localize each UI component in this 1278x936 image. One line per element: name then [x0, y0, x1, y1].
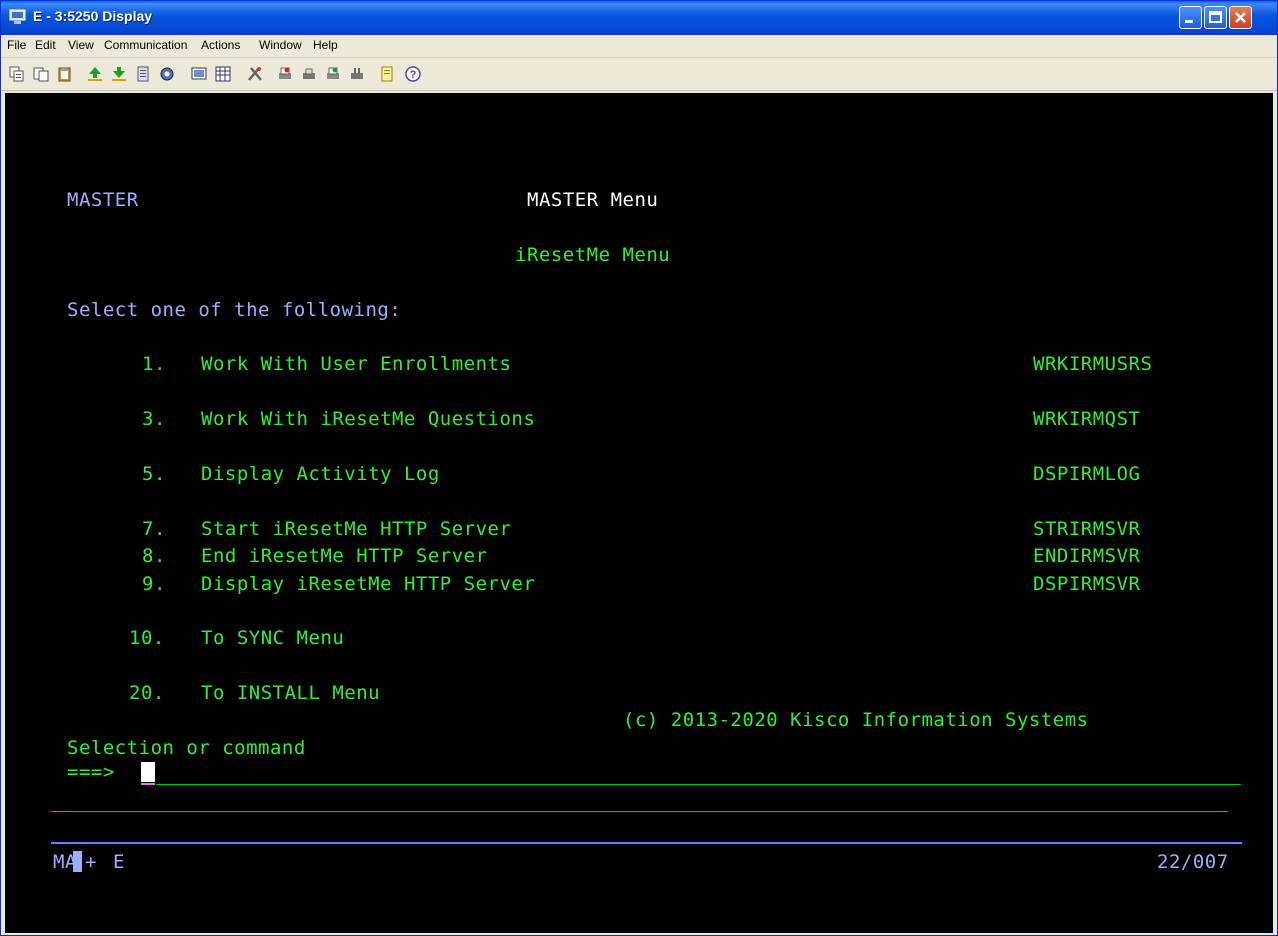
- upload-icon[interactable]: [87, 66, 103, 82]
- download-icon[interactable]: [111, 66, 127, 82]
- status-block: [73, 851, 82, 872]
- menu-edit[interactable]: Edit: [35, 38, 56, 52]
- monitor-icon: [9, 9, 26, 24]
- menu-actions[interactable]: Actions: [201, 38, 240, 52]
- option-label-sync-menu[interactable]: To SYNC Menu: [201, 627, 344, 649]
- menu-bar: File Edit View Communication Actions Win…: [1, 35, 1277, 58]
- status-separator: [51, 842, 1242, 844]
- close-button[interactable]: [1229, 6, 1252, 29]
- submenu-title: iResetMe Menu: [515, 244, 671, 266]
- command-prompt: ===>: [67, 761, 115, 783]
- macro-icon[interactable]: [135, 66, 151, 82]
- option-number: 10.: [129, 627, 165, 649]
- cursor-position: 22/007: [1157, 851, 1229, 873]
- menu-help[interactable]: Help: [313, 38, 338, 52]
- option-number: 8.: [142, 545, 166, 567]
- option-command: WRKIRMQST: [1033, 408, 1141, 430]
- option-label-end-server[interactable]: End iResetMe HTTP Server: [201, 545, 488, 567]
- emulator-window: E - 3:5250 Display File Edit View Commun…: [0, 0, 1278, 936]
- status-indicator: E: [113, 851, 125, 873]
- tools-icon[interactable]: [247, 66, 263, 82]
- menu-window[interactable]: Window: [259, 38, 302, 52]
- option-label-start-server[interactable]: Start iResetMe HTTP Server: [201, 518, 511, 540]
- option-label-install-menu[interactable]: To INSTALL Menu: [201, 682, 380, 704]
- cursor-underline: [141, 783, 155, 785]
- print3-icon[interactable]: [325, 66, 341, 82]
- window-title: E - 3:5250 Display: [33, 8, 153, 24]
- menu-communication[interactable]: Communication: [104, 38, 187, 52]
- copyright-text: (c) 2013-2020 Kisco Information Systems: [623, 709, 1089, 731]
- option-number: 3.: [142, 408, 166, 430]
- option-label-activity-log[interactable]: Display Activity Log: [201, 463, 440, 485]
- select-prompt: Select one of the following:: [67, 299, 402, 321]
- settings-icon[interactable]: [159, 66, 175, 82]
- menu-view[interactable]: View: [68, 38, 94, 52]
- maximize-button[interactable]: [1204, 6, 1227, 29]
- menu-file[interactable]: File: [7, 38, 26, 52]
- print-icon[interactable]: [277, 66, 293, 82]
- option-number: 5.: [142, 463, 166, 485]
- option-command: DSPIRMLOG: [1033, 463, 1141, 485]
- title-bar[interactable]: E - 3:5250 Display: [1, 1, 1277, 35]
- close-icon: [1235, 12, 1246, 23]
- help-icon[interactable]: ?: [405, 66, 421, 82]
- minimize-button[interactable]: [1179, 6, 1202, 29]
- copy-icon[interactable]: [9, 66, 25, 82]
- terminal-screen[interactable]: MASTER MASTER Menu iResetMe Menu Select …: [5, 93, 1273, 933]
- status-plus: +: [85, 851, 97, 873]
- paste-icon[interactable]: [33, 66, 49, 82]
- printer4-icon[interactable]: [349, 66, 365, 82]
- option-command: DSPIRMSVR: [1033, 573, 1141, 595]
- option-command: WRKIRMUSRS: [1033, 353, 1153, 375]
- command-underline: [156, 784, 1241, 785]
- option-number: 1.: [142, 353, 166, 375]
- maximize-icon: [1209, 11, 1222, 23]
- option-label-display-server[interactable]: Display iResetMe HTTP Server: [201, 573, 535, 595]
- toolbar: ?: [1, 58, 1277, 91]
- minimize-icon: [1185, 20, 1193, 23]
- clipboard-icon[interactable]: [57, 66, 73, 82]
- printer2-icon[interactable]: [301, 66, 317, 82]
- option-label-user-enrollments[interactable]: Work With User Enrollments: [201, 353, 511, 375]
- menu-title: MASTER Menu: [527, 189, 659, 211]
- system-name: MASTER: [67, 189, 139, 211]
- svg-text:?: ?: [410, 69, 417, 81]
- option-number: 9.: [142, 573, 166, 595]
- note-icon[interactable]: [379, 66, 395, 82]
- selection-label: Selection or command: [67, 737, 306, 759]
- command-underline-2: [51, 811, 1228, 812]
- option-number: 20.: [129, 682, 165, 704]
- option-label-questions[interactable]: Work With iResetMe Questions: [201, 408, 535, 430]
- grid-icon[interactable]: [215, 66, 231, 82]
- option-number: 7.: [142, 518, 166, 540]
- option-command: STRIRMSVR: [1033, 518, 1141, 540]
- text-cursor: [141, 762, 155, 782]
- screen-icon[interactable]: [191, 66, 207, 82]
- option-command: ENDIRMSVR: [1033, 545, 1141, 567]
